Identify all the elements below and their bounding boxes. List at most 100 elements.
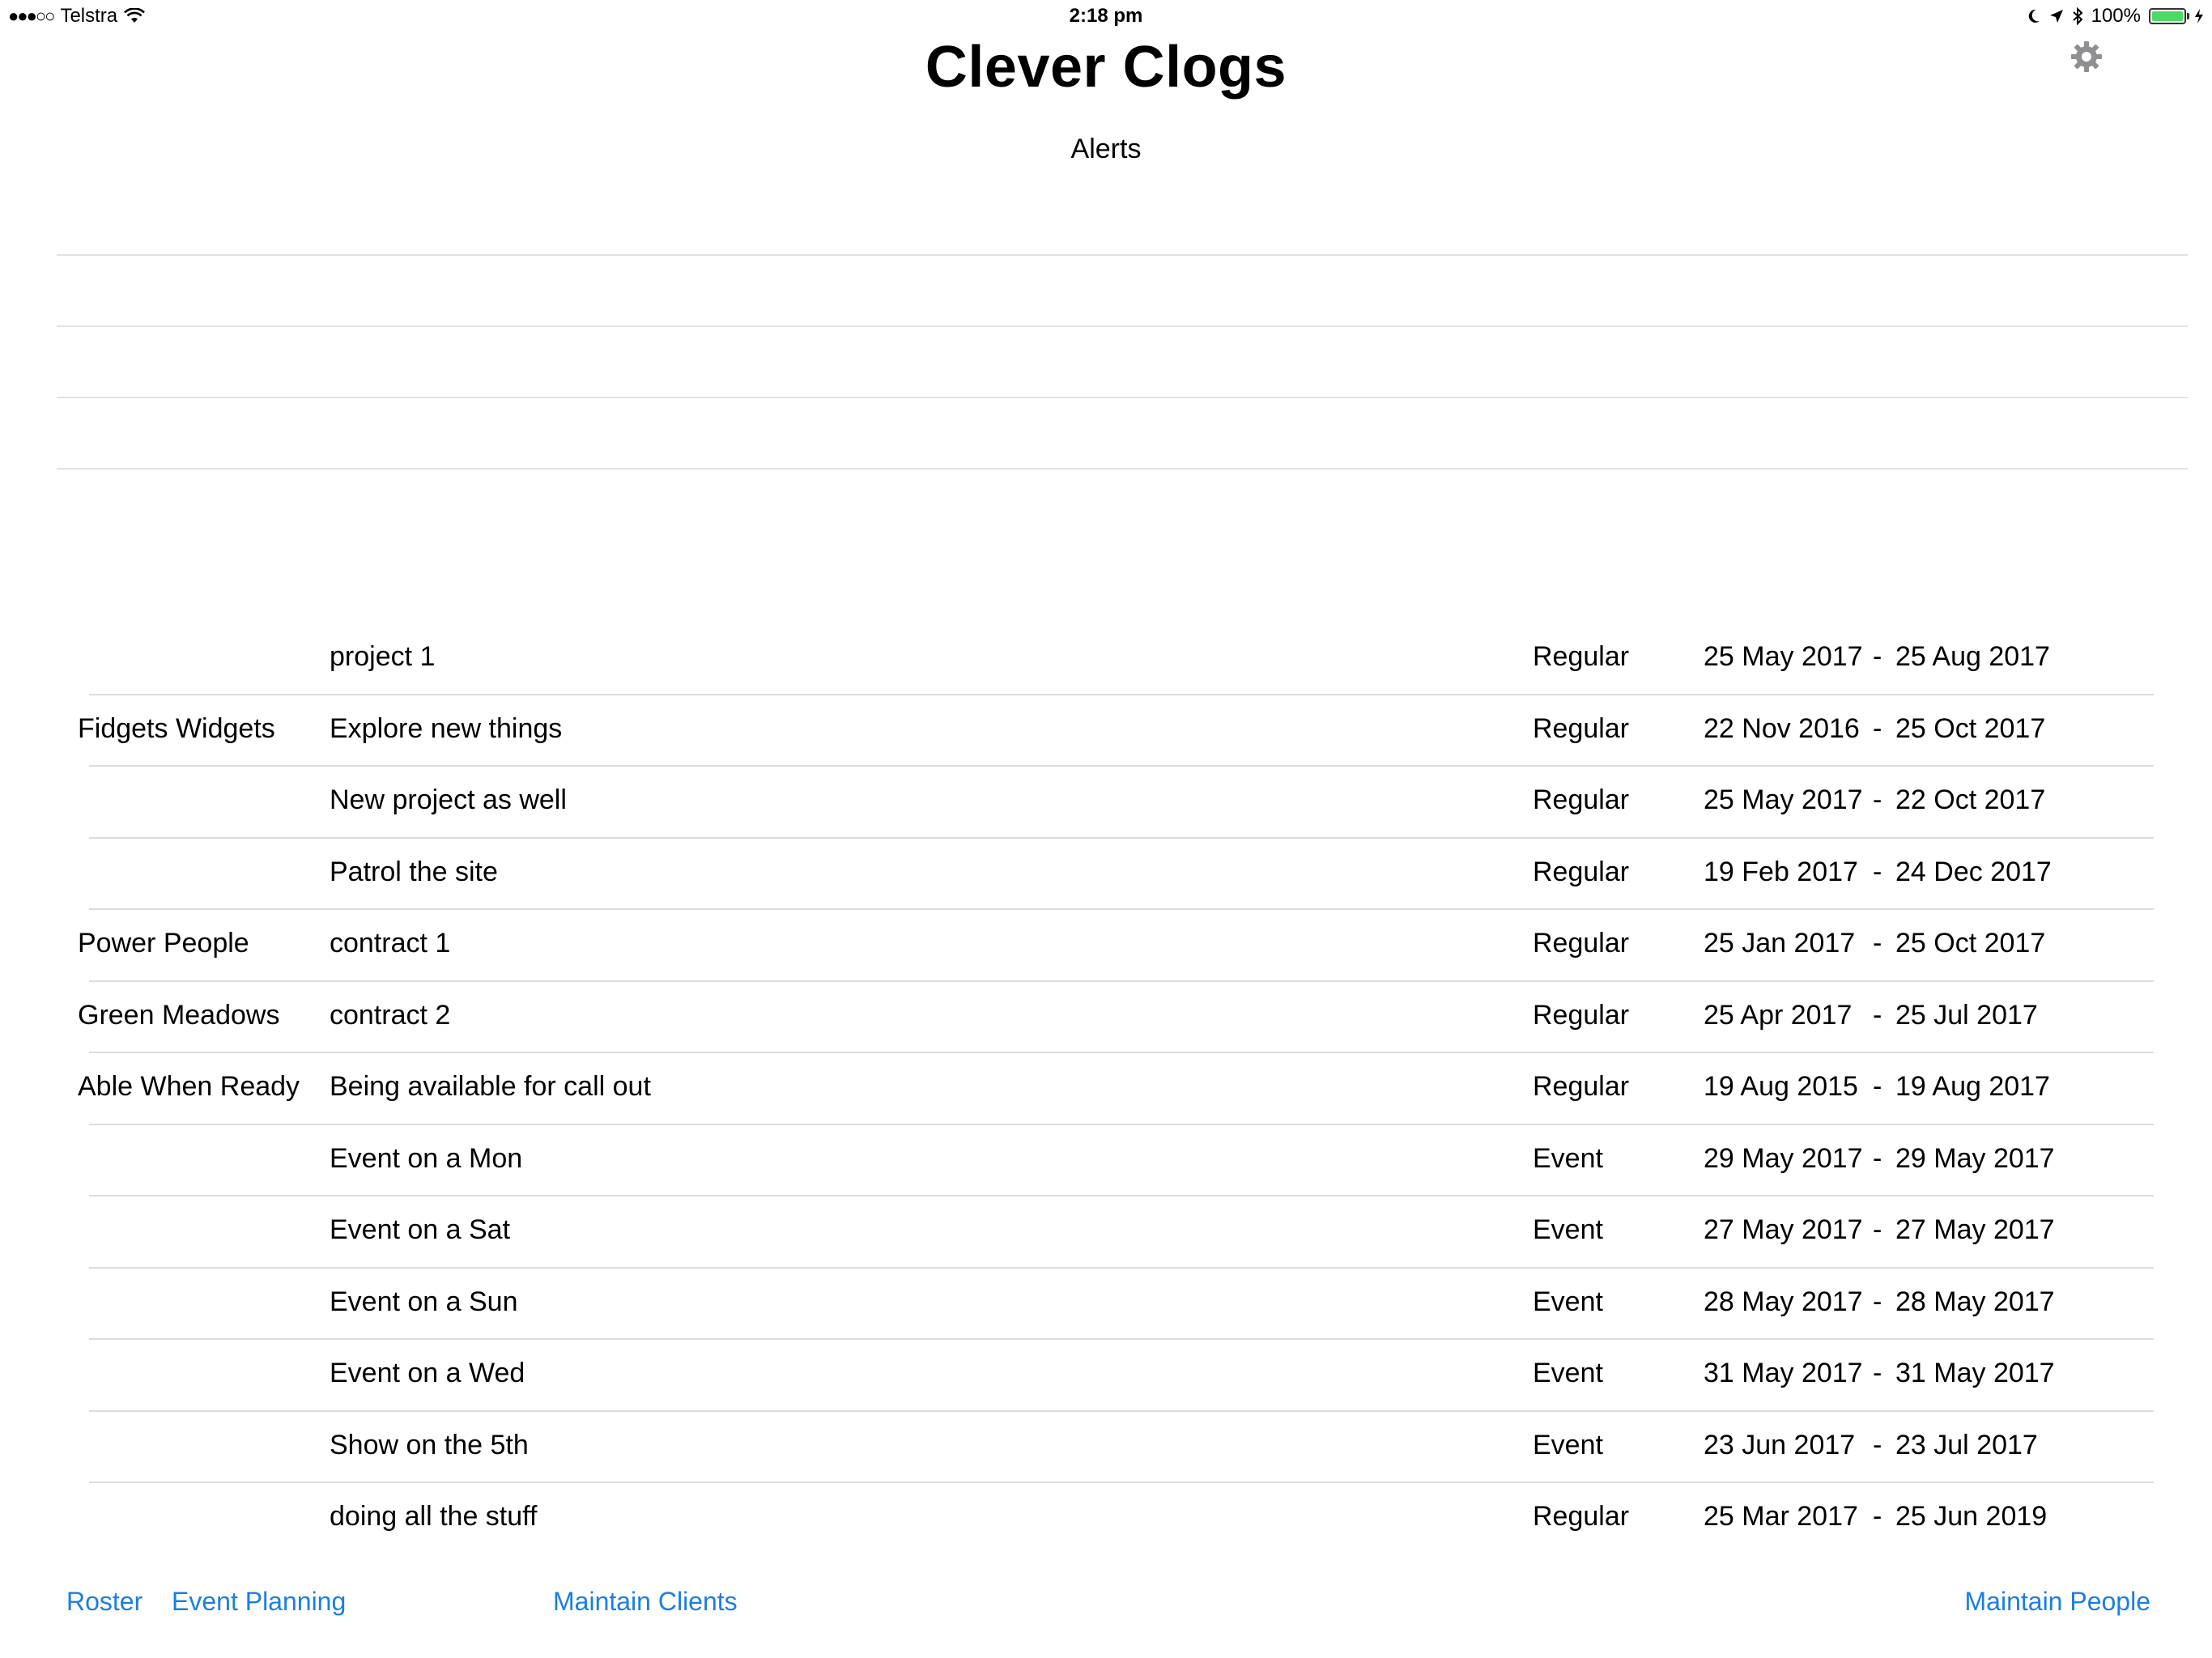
status-bar: ●●●○○ Telstra 2:18 pm 100% bbox=[0, 0, 2212, 32]
maintain-clients-link[interactable]: Maintain Clients bbox=[553, 1587, 738, 1617]
contract-type: Event bbox=[1533, 1429, 1603, 1460]
contract-type: Regular bbox=[1533, 784, 1630, 815]
end-date: 23 Jul 2017 bbox=[1895, 1429, 2038, 1460]
table-row[interactable]: Patrol the site Regular 19 Feb 2017 - 24… bbox=[0, 839, 2212, 911]
date-separator: - bbox=[1873, 999, 1882, 1031]
table-row[interactable]: Able When Ready Being available for call… bbox=[0, 1053, 2212, 1125]
end-date: 25 Oct 2017 bbox=[1895, 928, 2046, 959]
date-separator: - bbox=[1873, 1286, 1882, 1317]
end-date: 24 Dec 2017 bbox=[1895, 856, 2052, 887]
start-date: 31 May 2017 bbox=[1704, 1358, 1863, 1388]
contract-type: Regular bbox=[1533, 712, 1630, 744]
contracts-table: project 1 Regular 25 May 2017 - 25 Aug 2… bbox=[0, 623, 2212, 1555]
moon-icon bbox=[2028, 9, 2040, 23]
roster-link[interactable]: Roster bbox=[66, 1587, 143, 1617]
date-separator: - bbox=[1873, 1358, 1882, 1388]
start-date: 23 Jun 2017 bbox=[1704, 1429, 1856, 1460]
contract-type: Event bbox=[1533, 1286, 1603, 1317]
contract-type: Event bbox=[1533, 1142, 1603, 1174]
contract-type: Regular bbox=[1533, 1071, 1630, 1102]
contract-type: Regular bbox=[1533, 641, 1630, 672]
start-date: 25 May 2017 bbox=[1704, 641, 1863, 672]
project-name: contract 2 bbox=[330, 999, 451, 1031]
end-date: 25 Jul 2017 bbox=[1895, 999, 2038, 1031]
status-time: 2:18 pm bbox=[1069, 5, 1143, 27]
alert-row[interactable] bbox=[57, 254, 2188, 325]
battery-icon bbox=[2149, 8, 2189, 24]
charging-bolt-icon bbox=[2195, 9, 2203, 23]
project-name: contract 1 bbox=[330, 928, 451, 959]
table-row[interactable]: Show on the 5th Event 23 Jun 2017 - 23 J… bbox=[0, 1412, 2212, 1484]
end-date: 25 Oct 2017 bbox=[1895, 712, 2046, 744]
project-name: Event on a Mon bbox=[330, 1142, 523, 1174]
end-date: 27 May 2017 bbox=[1895, 1214, 2055, 1245]
table-row[interactable]: Event on a Mon Event 29 May 2017 - 29 Ma… bbox=[0, 1125, 2212, 1197]
project-name: Show on the 5th bbox=[330, 1429, 529, 1460]
end-date: 22 Oct 2017 bbox=[1895, 784, 2046, 815]
start-date: 25 Jan 2017 bbox=[1704, 928, 1856, 959]
date-separator: - bbox=[1873, 1501, 1882, 1532]
project-name: Event on a Sat bbox=[330, 1214, 511, 1245]
start-date: 25 May 2017 bbox=[1704, 784, 1863, 815]
date-separator: - bbox=[1873, 784, 1882, 815]
contract-type: Regular bbox=[1533, 999, 1630, 1031]
start-date: 25 Apr 2017 bbox=[1704, 999, 1853, 1031]
table-row[interactable]: Event on a Sun Event 28 May 2017 - 28 Ma… bbox=[0, 1269, 2212, 1341]
start-date: 27 May 2017 bbox=[1704, 1214, 1863, 1245]
contract-type: Regular bbox=[1533, 856, 1630, 887]
end-date: 28 May 2017 bbox=[1895, 1286, 2055, 1317]
start-date: 25 Mar 2017 bbox=[1704, 1501, 1858, 1532]
end-date: 25 Jun 2019 bbox=[1895, 1501, 2048, 1532]
date-separator: - bbox=[1873, 856, 1882, 887]
location-arrow-icon bbox=[2049, 10, 2063, 23]
start-date: 22 Nov 2016 bbox=[1704, 712, 1860, 744]
battery-level bbox=[2152, 11, 2183, 21]
date-separator: - bbox=[1873, 1429, 1882, 1460]
alert-row[interactable] bbox=[57, 397, 2188, 470]
date-separator: - bbox=[1873, 1214, 1882, 1245]
contract-type: Event bbox=[1533, 1358, 1603, 1388]
date-separator: - bbox=[1873, 1071, 1882, 1102]
project-name: New project as well bbox=[330, 784, 567, 815]
start-date: 19 Feb 2017 bbox=[1704, 856, 1858, 887]
table-row[interactable]: doing all the stuff Regular 25 Mar 2017 … bbox=[0, 1483, 2212, 1555]
contract-type: Regular bbox=[1533, 928, 1630, 959]
table-row[interactable]: Power People contract 1 Regular 25 Jan 2… bbox=[0, 910, 2212, 982]
contract-type: Event bbox=[1533, 1214, 1603, 1245]
event-planning-link[interactable]: Event Planning bbox=[172, 1587, 346, 1617]
table-row[interactable]: Event on a Wed Event 31 May 2017 - 31 Ma… bbox=[0, 1340, 2212, 1412]
date-separator: - bbox=[1873, 641, 1882, 672]
table-row[interactable]: Fidgets Widgets Explore new things Regul… bbox=[0, 695, 2212, 767]
status-right: 100% bbox=[2027, 5, 2204, 28]
end-date: 31 May 2017 bbox=[1895, 1358, 2055, 1388]
table-row[interactable]: New project as well Regular 25 May 2017 … bbox=[0, 767, 2212, 839]
start-date: 28 May 2017 bbox=[1704, 1286, 1863, 1317]
date-separator: - bbox=[1873, 928, 1882, 959]
bottom-nav: Roster Event Planning Maintain Clients M… bbox=[0, 1587, 2212, 1627]
date-separator: - bbox=[1873, 712, 1882, 744]
client-name: Power People bbox=[78, 928, 249, 959]
project-name: Being available for call out bbox=[330, 1071, 651, 1102]
end-date: 25 Aug 2017 bbox=[1895, 641, 2050, 672]
client-name: Fidgets Widgets bbox=[78, 712, 275, 744]
end-date: 29 May 2017 bbox=[1895, 1142, 2055, 1174]
alert-row[interactable] bbox=[57, 325, 2188, 397]
app-title: Clever Clogs bbox=[925, 35, 1287, 100]
project-name: doing all the stuff bbox=[330, 1501, 538, 1532]
table-row[interactable]: Event on a Sat Event 27 May 2017 - 27 Ma… bbox=[0, 1197, 2212, 1269]
project-name: Event on a Sun bbox=[330, 1286, 518, 1317]
table-row[interactable]: Green Meadows contract 2 Regular 25 Apr … bbox=[0, 982, 2212, 1054]
alerts-heading: Alerts bbox=[1070, 134, 1142, 164]
maintain-people-link[interactable]: Maintain People bbox=[1965, 1587, 2150, 1617]
project-name: Event on a Wed bbox=[330, 1358, 525, 1388]
battery-percent: 100% bbox=[2091, 5, 2141, 27]
date-separator: - bbox=[1873, 1142, 1882, 1174]
table-row[interactable]: project 1 Regular 25 May 2017 - 25 Aug 2… bbox=[0, 623, 2212, 695]
project-name: project 1 bbox=[330, 641, 436, 672]
client-name: Green Meadows bbox=[78, 999, 280, 1031]
contract-type: Regular bbox=[1533, 1501, 1630, 1532]
start-date: 29 May 2017 bbox=[1704, 1142, 1863, 1174]
client-name: Able When Ready bbox=[78, 1071, 300, 1102]
project-name: Explore new things bbox=[330, 712, 563, 744]
end-date: 19 Aug 2017 bbox=[1895, 1071, 2050, 1102]
